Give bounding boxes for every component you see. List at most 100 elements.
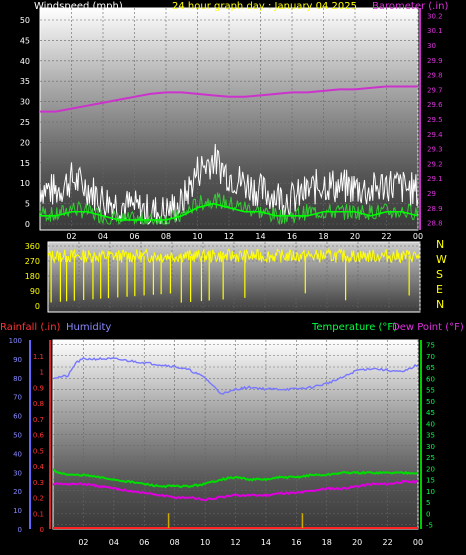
temperature-tick-label: 70 xyxy=(426,353,435,361)
barometer-tick-label: 30.1 xyxy=(427,27,443,35)
humidity-tick-label: 70 xyxy=(13,394,22,402)
rain-tick-label: 0.7 xyxy=(33,416,44,424)
humidity-tick-label: 100 xyxy=(9,337,22,345)
windspeed-tick-label: 25 xyxy=(20,118,30,127)
time-tick-label: 08 xyxy=(161,232,171,241)
temperature-tick-label: 15 xyxy=(426,477,435,485)
time-tick-label: 10 xyxy=(200,538,210,547)
rain-tick-label: 0.6 xyxy=(33,432,45,440)
rainfall-axis-label: Rainfall (.in) xyxy=(0,322,61,333)
barometer-tick-label: 29 xyxy=(427,190,436,198)
humidity-axis-label: Humidity xyxy=(66,322,111,333)
wind-barometer-panel: Windspeed (mph) 24 hour graph day : Janu… xyxy=(20,1,449,241)
barometer-tick-label: 29.2 xyxy=(427,160,443,168)
time-tick-label: 04 xyxy=(109,538,119,547)
humidity-tick-label: 20 xyxy=(13,488,22,496)
time-tick-label: 14 xyxy=(255,232,265,241)
rain-tick-label: 0.3 xyxy=(33,479,44,487)
barometer-tick-label: 29.9 xyxy=(427,57,443,65)
time-tick-label: 06 xyxy=(129,232,139,241)
graph-title: 24 hour graph day : January 04 2025 xyxy=(172,1,357,12)
temperature-tick-label: 5 xyxy=(426,499,430,507)
barometer-tick-label: 29.1 xyxy=(427,175,443,183)
rain-tick-label: 0 xyxy=(40,526,44,534)
windspeed-tick-label: 45 xyxy=(20,36,30,45)
time-tick-label: 02 xyxy=(78,538,88,547)
humidity-tick-label: 10 xyxy=(13,507,22,515)
temperature-tick-label: 40 xyxy=(426,420,435,428)
compass-label: N xyxy=(436,238,444,251)
time-tick-label: 02 xyxy=(66,232,76,241)
temperature-tick-label: 45 xyxy=(426,409,435,417)
temperature-tick-label: 20 xyxy=(426,465,435,473)
humidity-tick-label: 0 xyxy=(18,526,22,534)
weather-graph: Windspeed (mph) 24 hour graph day : Janu… xyxy=(0,1,464,547)
temperature-tick-label: 60 xyxy=(426,375,435,383)
time-tick-label: 16 xyxy=(287,232,297,241)
rain-tick-label: 1 xyxy=(40,369,44,377)
time-tick-label: 06 xyxy=(139,538,149,547)
barometer-tick-label: 28.9 xyxy=(427,205,443,213)
temperature-axis-label: Temperature (°F) xyxy=(311,322,397,333)
barometer-tick-label: 28.8 xyxy=(427,220,443,228)
time-tick-label: 10 xyxy=(192,232,202,241)
rain-humidity-temp-panel: Rainfall (.in) Humidity Temperature (°F)… xyxy=(0,322,464,547)
temperature-tick-label: 55 xyxy=(426,387,435,395)
time-tick-label: 16 xyxy=(291,538,301,547)
time-tick-label: 14 xyxy=(261,538,271,547)
direction-tick-label: 360 xyxy=(25,242,40,251)
time-tick-label: 08 xyxy=(170,538,180,547)
compass-label: S xyxy=(436,268,443,281)
windspeed-tick-label: 30 xyxy=(20,98,30,107)
windspeed-tick-label: 35 xyxy=(20,77,30,86)
barometer-tick-label: 30 xyxy=(427,42,436,50)
temperature-tick-label: 25 xyxy=(426,454,435,462)
time-tick-label: 22 xyxy=(382,538,392,547)
compass-label: W xyxy=(436,253,447,266)
time-tick-label: 04 xyxy=(98,232,108,241)
humidity-tick-label: 90 xyxy=(13,356,22,364)
direction-tick-label: 0 xyxy=(35,302,40,311)
windspeed-tick-label: 15 xyxy=(20,159,30,168)
rain-tick-label: 0.9 xyxy=(33,384,44,392)
barometer-tick-label: 29.4 xyxy=(427,131,443,139)
time-tick-label: 20 xyxy=(352,538,362,547)
rain-tick-label: 0.4 xyxy=(33,463,45,471)
humidity-tick-label: 60 xyxy=(13,413,22,421)
temperature-tick-label: 30 xyxy=(426,443,435,451)
time-tick-label: 12 xyxy=(224,232,234,241)
barometer-axis-label: Barometer (.in) xyxy=(372,1,448,12)
time-tick-label: 12 xyxy=(230,538,240,547)
wind-direction-panel: 090180270360 NWSEN xyxy=(25,238,447,313)
compass-label: E xyxy=(436,283,443,296)
direction-tick-label: 90 xyxy=(30,287,40,296)
barometer-tick-label: 29.7 xyxy=(427,86,443,94)
dewpoint-axis-label: Dew Point (°F) xyxy=(392,322,464,333)
time-tick-label: 20 xyxy=(350,232,360,241)
windspeed-tick-label: 10 xyxy=(20,179,30,188)
windspeed-tick-label: 5 xyxy=(25,200,30,209)
windspeed-tick-label: 50 xyxy=(20,16,30,25)
humidity-tick-label: 80 xyxy=(13,375,22,383)
rain-tick-label: 0.5 xyxy=(33,447,44,455)
barometer-tick-label: 29.3 xyxy=(427,146,443,154)
barometer-tick-label: 29.6 xyxy=(427,101,443,109)
time-tick-label: 00 xyxy=(413,538,423,547)
temperature-tick-label: 0 xyxy=(426,510,430,518)
temperature-tick-label: 65 xyxy=(426,364,435,372)
direction-tick-label: 180 xyxy=(25,272,40,281)
rain-tick-label: 0.2 xyxy=(33,495,44,503)
barometer-tick-label: 30.2 xyxy=(427,12,443,20)
windspeed-tick-label: 0 xyxy=(25,220,30,229)
windspeed-tick-label: 40 xyxy=(20,57,30,66)
humidity-tick-label: 50 xyxy=(13,432,22,440)
time-tick-label: 22 xyxy=(381,232,391,241)
barometer-tick-label: 29.8 xyxy=(427,72,443,80)
humidity-tick-label: 40 xyxy=(13,450,22,458)
direction-tick-label: 270 xyxy=(25,257,40,266)
temperature-tick-label: 10 xyxy=(426,488,435,496)
time-tick-label: 18 xyxy=(318,232,328,241)
temperature-tick-label: 35 xyxy=(426,432,435,440)
time-tick-label: 00 xyxy=(413,232,423,241)
temperature-tick-label: 50 xyxy=(426,398,435,406)
